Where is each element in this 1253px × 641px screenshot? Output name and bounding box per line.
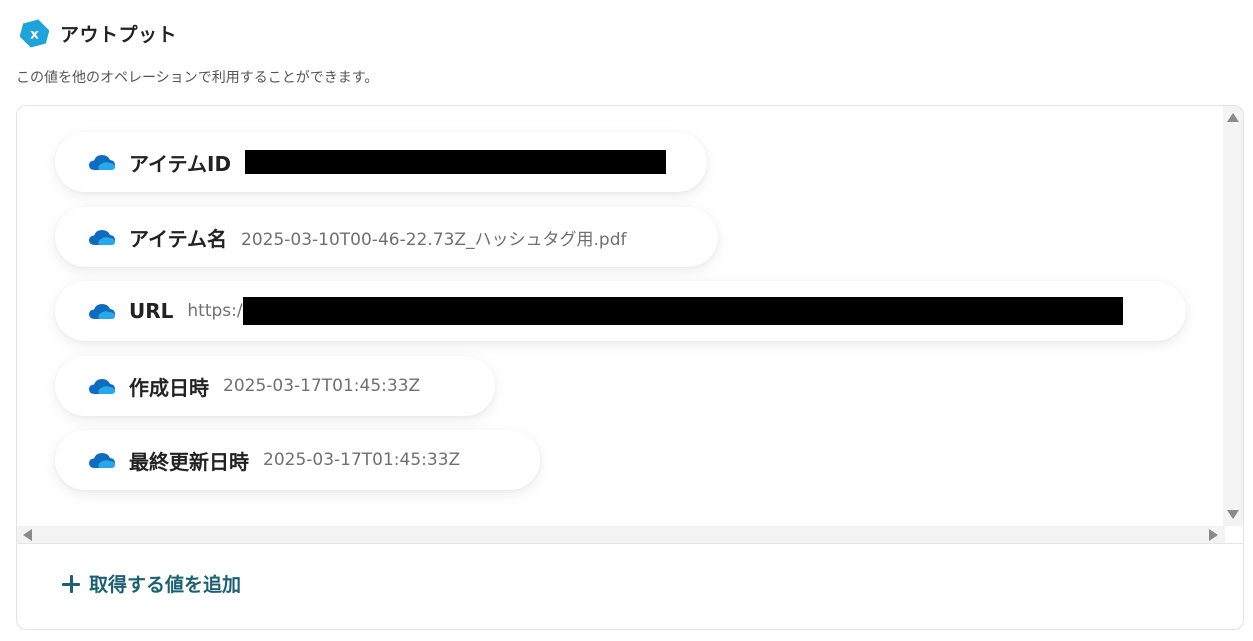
onedrive-cloud-icon	[87, 376, 117, 396]
onedrive-cloud-icon	[87, 301, 117, 321]
plus-icon	[61, 574, 81, 594]
page-title: アウトプット	[60, 24, 178, 46]
item-label: アイテム名	[129, 226, 227, 251]
scroll-right-arrow-icon[interactable]	[1209, 529, 1218, 541]
scroll-left-arrow-icon[interactable]	[23, 529, 32, 541]
item-label: アイテムID	[129, 151, 232, 176]
item-value: https:/	[187, 301, 243, 321]
scroll-up-arrow-icon[interactable]	[1227, 113, 1239, 122]
onedrive-cloud-icon	[87, 227, 117, 247]
item-value: 2025-03-17T01:45:33Z	[223, 376, 421, 396]
onedrive-cloud-icon	[87, 450, 117, 470]
app-logo-icon: x	[19, 18, 50, 49]
divider	[17, 543, 1243, 544]
item-label: 作成日時	[129, 375, 209, 400]
horizontal-scrollbar[interactable]	[17, 526, 1225, 543]
output-item-item-name[interactable]: アイテム名 2025-03-10T00-46-22.73Z_ハッシュタグ用.pd…	[55, 207, 718, 267]
item-label: 最終更新日時	[129, 449, 249, 474]
output-list: アイテムID アイテム名 2025-03-10T00-46-22.73Z_ハッシ…	[17, 106, 1225, 526]
output-header: x アウトプット	[19, 18, 177, 49]
redacted-value	[242, 297, 1123, 325]
svg-text:x: x	[30, 26, 39, 42]
item-value: 2025-03-10T00-46-22.73Z_ハッシュタグ用.pdf	[241, 229, 627, 250]
vertical-scrollbar[interactable]	[1223, 106, 1243, 526]
output-item-url[interactable]: URL https:/	[55, 281, 1186, 341]
subtitle-text: この値を他のオペレーションで利用することができます。	[16, 70, 379, 86]
redacted-value	[245, 150, 667, 174]
add-value-label: 取得する値を追加	[89, 574, 242, 596]
scroll-down-arrow-icon[interactable]	[1227, 510, 1239, 519]
item-label: URL	[129, 299, 174, 323]
output-panel: アイテムID アイテム名 2025-03-10T00-46-22.73Z_ハッシ…	[16, 105, 1244, 630]
onedrive-cloud-icon	[87, 152, 117, 172]
output-item-updated-at[interactable]: 最終更新日時 2025-03-17T01:45:33Z	[55, 430, 540, 490]
item-value: 2025-03-17T01:45:33Z	[263, 450, 461, 470]
output-item-item-id[interactable]: アイテムID	[55, 132, 707, 192]
add-value-button[interactable]: 取得する値を追加	[61, 570, 241, 597]
output-item-created-at[interactable]: 作成日時 2025-03-17T01:45:33Z	[55, 356, 495, 416]
